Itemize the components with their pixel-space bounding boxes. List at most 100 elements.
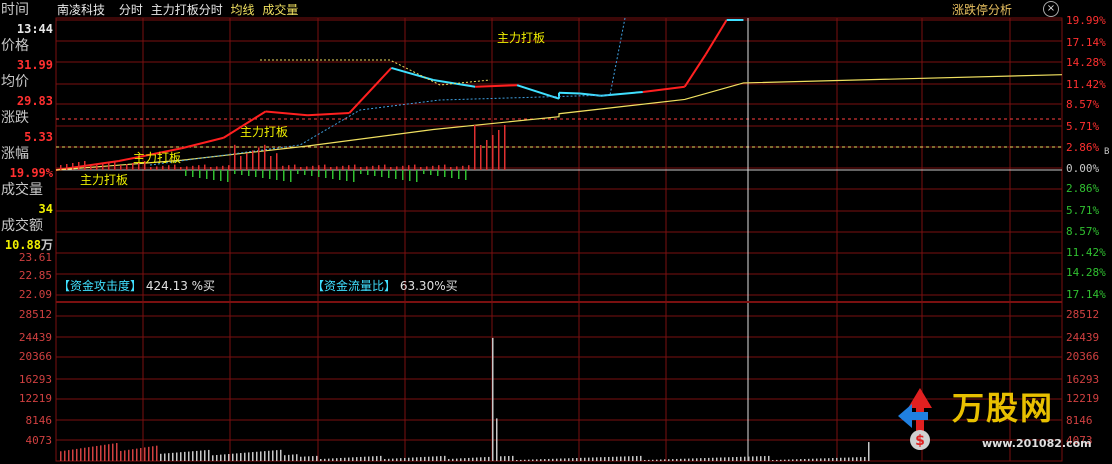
- flow-bar-up: [486, 140, 488, 170]
- price-line-segment: [704, 19, 728, 55]
- pct-tick: 2.86%: [1066, 141, 1100, 154]
- pct-tick: 8.57%: [1066, 225, 1100, 238]
- volume-bar: [488, 456, 490, 461]
- volume-tick: 20366: [18, 350, 52, 363]
- flow-bar-up: [216, 166, 218, 170]
- price-label: 价格: [1, 38, 29, 54]
- volume-bar: [792, 459, 794, 461]
- attack-value: 424.13 %买: [145, 279, 216, 293]
- volume-bar: [428, 456, 430, 461]
- volume-bar: [864, 456, 866, 461]
- volume-bar: [640, 455, 642, 461]
- volume-bar: [212, 455, 214, 461]
- volume-bar: [676, 458, 678, 461]
- volume-bar: [184, 451, 186, 461]
- tab-fenshi[interactable]: 分时: [119, 3, 143, 17]
- volume-bar: [696, 458, 698, 461]
- flow-bar-down: [269, 170, 271, 179]
- price-line-segment: [642, 85, 685, 93]
- volume-tick: 20366: [1066, 350, 1100, 363]
- pct-tick: 0.00%: [1066, 162, 1100, 175]
- volume-bar: [72, 449, 74, 461]
- volume-bar: [360, 456, 362, 461]
- time-label: 时间: [1, 2, 29, 18]
- volume-bar: [228, 454, 230, 461]
- volume-tick: 24439: [1066, 331, 1100, 344]
- volume-bar: [516, 459, 518, 461]
- volume-bar: [132, 449, 134, 461]
- volume-bar: [800, 459, 802, 461]
- volume-bar: [672, 459, 674, 461]
- amount-label: 成交额: [1, 218, 43, 234]
- price-line-segment: [516, 84, 560, 100]
- volume-bar: [480, 457, 482, 461]
- legend-avg-line: 均线: [230, 3, 255, 17]
- volume-bar: [208, 449, 210, 461]
- volume-bar: [584, 457, 586, 461]
- volume-bar: [836, 457, 838, 461]
- volume-bar: [220, 454, 222, 461]
- flow-bar-up: [318, 165, 320, 170]
- pct-value: 19.99%: [9, 166, 53, 180]
- flow-bar-down: [206, 170, 208, 179]
- flow-bar-up: [366, 166, 368, 170]
- volume-bar: [652, 459, 654, 461]
- flow-bar-down: [220, 170, 222, 181]
- volume-bar: [108, 444, 110, 461]
- flow-bar-down: [248, 170, 250, 176]
- volume-bar: [340, 457, 342, 461]
- avg-value: 29.83: [16, 94, 53, 108]
- time-value: 13:44: [16, 22, 53, 36]
- flow-bar-down: [465, 170, 467, 180]
- flow-bar-up: [306, 166, 308, 170]
- flow-bar-up: [402, 165, 404, 170]
- volume-bar: [500, 456, 502, 461]
- volume-bar: [468, 457, 470, 461]
- flow-bar-up: [480, 145, 482, 170]
- volume-bar: [616, 456, 618, 461]
- volume-bar: [720, 457, 722, 461]
- close-icon[interactable]: ×: [1043, 1, 1059, 17]
- flow-bar-up: [174, 164, 176, 170]
- volume-bar: [484, 457, 486, 461]
- stock-name[interactable]: 南凌科技: [57, 3, 105, 17]
- flow-bar-down: [416, 170, 418, 182]
- volume-bar: [180, 452, 182, 461]
- volume-bar: [280, 449, 282, 461]
- limit-analysis-button[interactable]: 涨跌停分析: [952, 3, 1012, 17]
- volume-bar: [164, 453, 166, 461]
- volume-bar: [244, 452, 246, 461]
- volume-bar: [568, 458, 570, 461]
- volume-bar: [288, 454, 290, 461]
- flow-bar-up: [390, 167, 392, 170]
- tab-main-board[interactable]: 主力打板分时: [151, 3, 223, 17]
- volume-bar: [200, 450, 202, 461]
- volume-bar: [168, 453, 170, 461]
- flow-bar-up: [342, 165, 344, 170]
- volume-bar: [460, 458, 462, 461]
- volume-bar: [764, 456, 766, 461]
- volume-bar: [612, 456, 614, 461]
- flow-bar-down: [318, 170, 320, 177]
- volume-bar: [388, 458, 390, 461]
- volume-bar: [384, 458, 386, 461]
- volume-bar: [548, 458, 550, 461]
- flow-indicator: 【资金流量比】 63.30%买: [312, 279, 458, 293]
- volume-bar: [592, 457, 594, 461]
- pct-tick: 5.71%: [1066, 204, 1100, 217]
- flow-bar-up: [324, 164, 326, 170]
- volume-tick: 24439: [18, 331, 52, 344]
- volume-bar: [84, 447, 86, 461]
- flow-bar-up: [420, 167, 422, 170]
- volume-label: 成交量: [1, 182, 43, 198]
- flow-bar-down: [346, 170, 348, 181]
- volume-bar: [260, 451, 262, 461]
- attack-label: 【资金攻击度】: [58, 279, 143, 293]
- volume-bar: [684, 458, 686, 461]
- flow-bar-up: [492, 135, 494, 170]
- flow-bar-up: [72, 163, 74, 170]
- main-board-dashed-line: [260, 59, 491, 86]
- volume-bar: [552, 458, 554, 461]
- volume-bar: [824, 458, 826, 461]
- chart-header: 南凌科技 分时 主力打板分时 均线 成交量: [57, 3, 302, 17]
